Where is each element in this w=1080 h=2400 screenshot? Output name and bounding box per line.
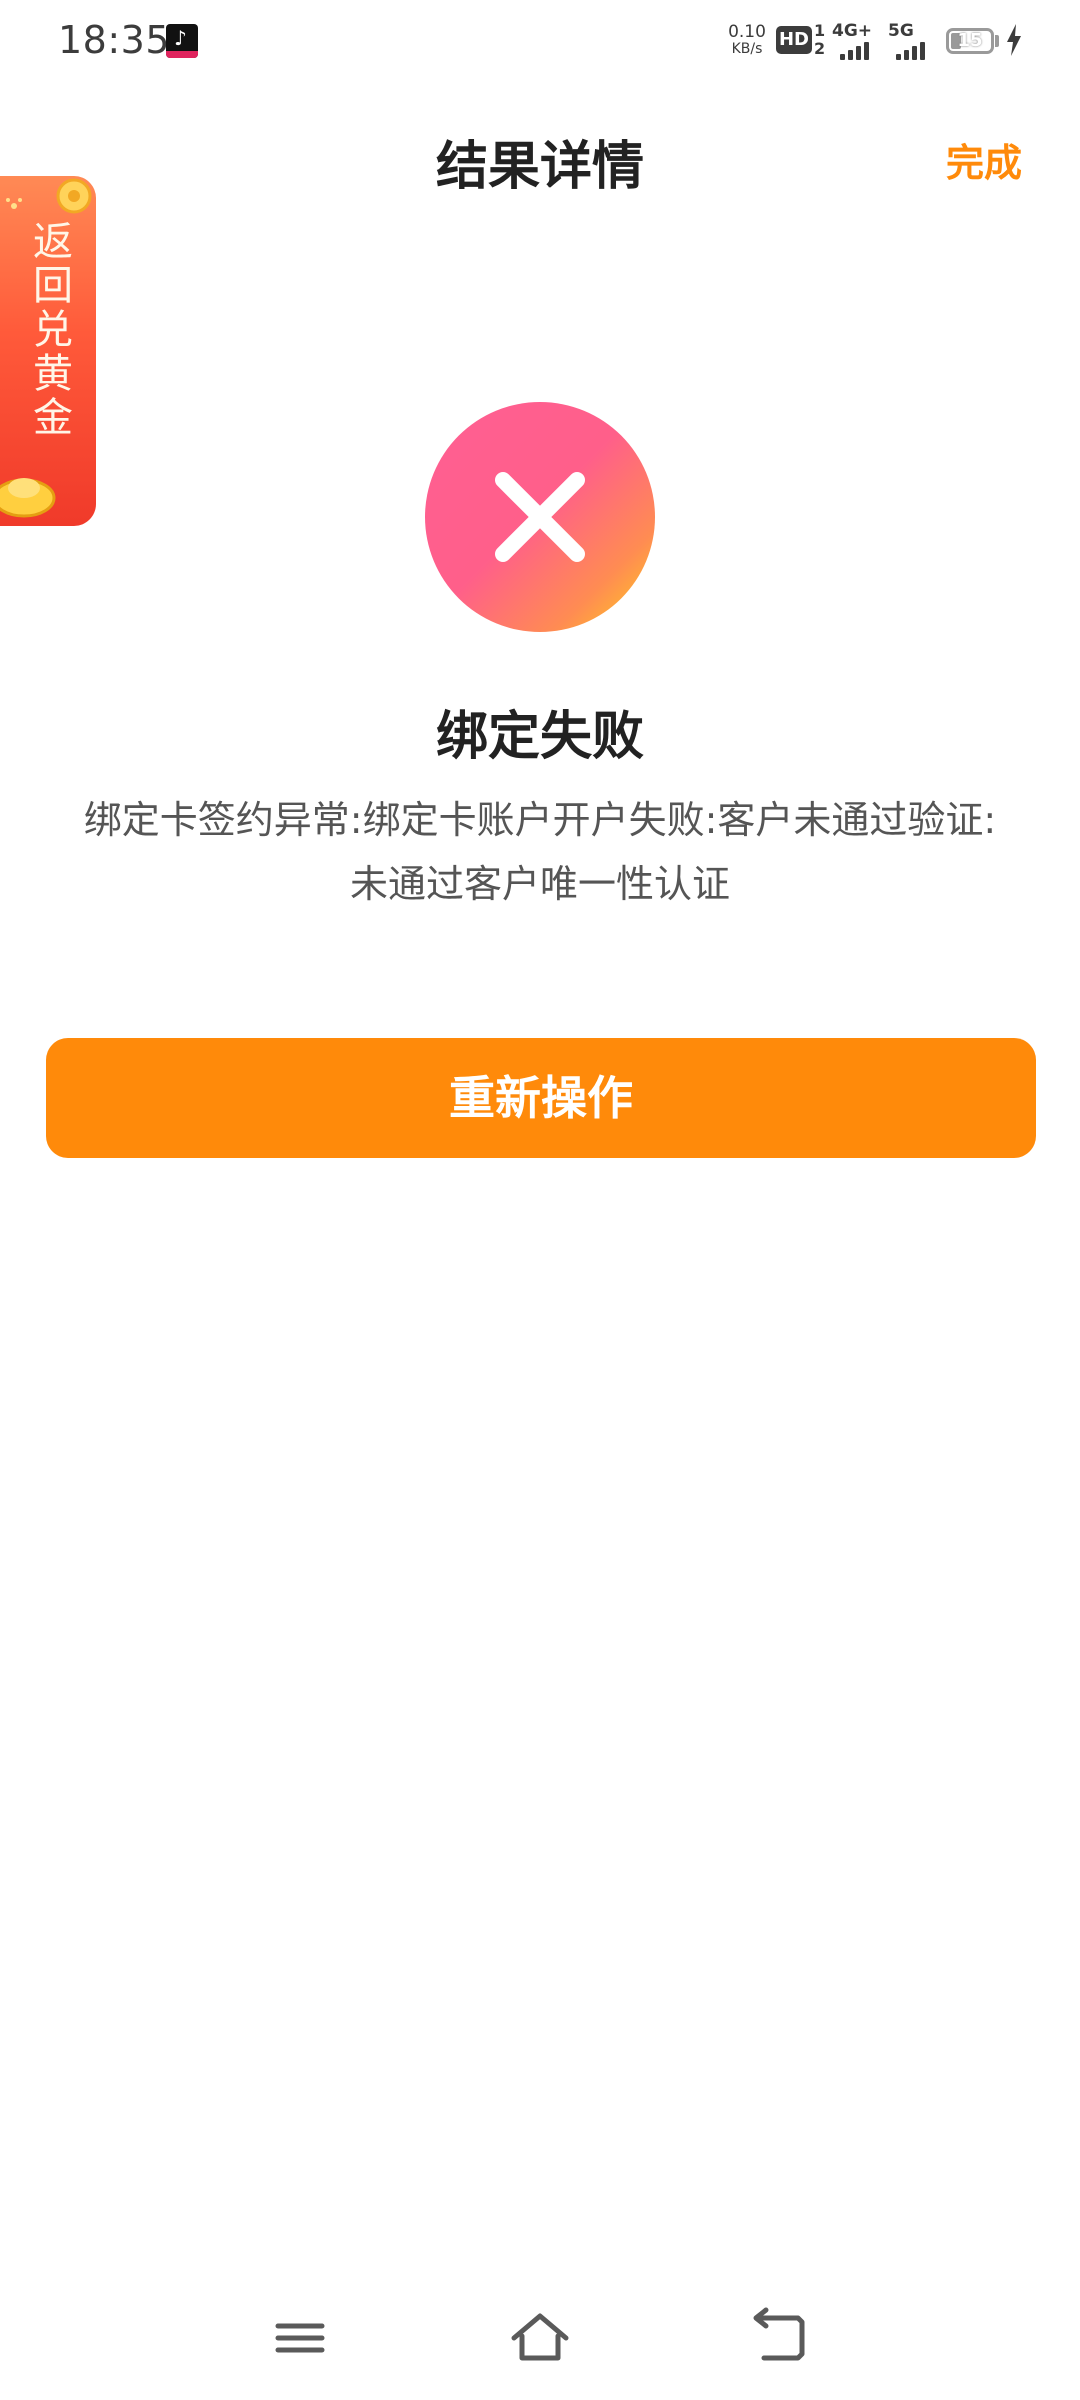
back-icon[interactable] bbox=[740, 2300, 820, 2380]
hd-sim-indicator: 1 2 bbox=[814, 22, 825, 58]
battery-cap bbox=[995, 35, 999, 47]
result-message-line1: 绑定卡签约异常:绑定卡账户开户失败:客户未通过验证: bbox=[83, 798, 997, 842]
home-icon[interactable] bbox=[500, 2300, 580, 2380]
result-message: 绑定卡签约异常:绑定卡账户开户失败:客户未通过验证: 未通过客户唯一性认证 bbox=[40, 788, 1040, 916]
menu-icon[interactable] bbox=[260, 2300, 340, 2380]
sim1-network-type: 4G+ bbox=[832, 21, 873, 41]
gold-exchange-banner[interactable]: 返回兑黄金 bbox=[0, 176, 96, 526]
banner-text: 返回兑黄金 bbox=[26, 220, 72, 440]
status-bar: 18:35 ♪ 0.10 KB/s HD 1 2 4G+ 5G 15 bbox=[0, 0, 1080, 84]
retry-button[interactable]: 重新操作 bbox=[46, 1038, 1036, 1158]
network-speed-unit: KB/s bbox=[731, 41, 763, 57]
status-time: 18:35 bbox=[58, 18, 171, 62]
signal-sim1-icon: 4G+ bbox=[832, 22, 872, 60]
system-nav-bar bbox=[0, 2300, 1080, 2380]
error-x-icon bbox=[425, 402, 655, 632]
battery-icon: 15 bbox=[946, 28, 994, 54]
charging-icon bbox=[1007, 24, 1021, 56]
hd-sim-top: 1 bbox=[814, 21, 826, 40]
hd-icon: HD bbox=[776, 26, 812, 54]
signal-sim2-icon: 5G bbox=[888, 22, 925, 60]
battery-level: 15 bbox=[957, 30, 983, 51]
page-title: 结果详情 bbox=[435, 137, 644, 197]
network-speed-value: 0.10 bbox=[728, 22, 766, 42]
sim2-network-type: 5G bbox=[888, 21, 914, 41]
hd-sim-bottom: 2 bbox=[814, 39, 826, 58]
done-button[interactable]: 完成 bbox=[946, 132, 1022, 187]
network-speed: 0.10 KB/s bbox=[726, 24, 768, 58]
tiktok-icon: ♪ bbox=[166, 24, 198, 58]
result-title: 绑定失败 bbox=[435, 707, 644, 767]
result-message-line2: 未通过客户唯一性认证 bbox=[349, 862, 730, 906]
